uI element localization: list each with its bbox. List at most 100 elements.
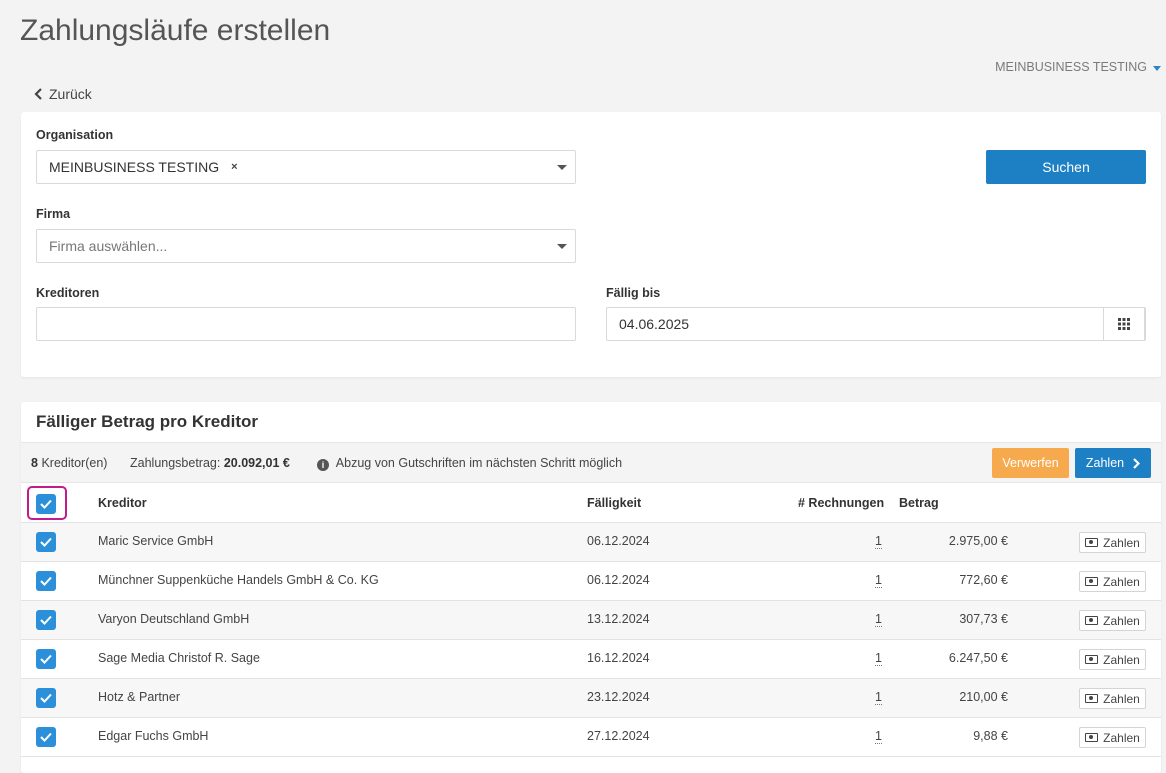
money-icon <box>1085 616 1099 625</box>
table-row: Maric Service GmbH 06.12.2024 1 2.975,00 € Z… <box>21 523 1161 562</box>
row-checkbox[interactable] <box>36 571 56 591</box>
search-button[interactable]: Suchen <box>986 150 1146 184</box>
betrag-cell: 307,73 € <box>959 612 1008 626</box>
kreditor-cell: Hotz & Partner <box>98 690 180 704</box>
faellig-bis-label: Fällig bis <box>606 286 661 300</box>
money-icon <box>1085 733 1099 742</box>
kreditor-cell: Edgar Fuchs GmbH <box>98 729 209 743</box>
discard-button[interactable]: Verwerfen <box>992 448 1069 478</box>
firma-label: Firma <box>36 207 71 221</box>
check-icon <box>40 654 52 664</box>
check-icon <box>40 576 52 586</box>
payment-amount: Zahlungsbetrag: 20.092,01 € <box>130 456 290 470</box>
column-header-faelligkeit[interactable]: Fälligkeit <box>587 496 641 510</box>
row-pay-button[interactable]: Zahlen <box>1079 649 1146 670</box>
rechnungen-count[interactable]: 1 <box>875 651 882 666</box>
creditor-count-unit: Kreditor(en) <box>41 456 108 470</box>
row-checkbox[interactable] <box>36 649 56 669</box>
pay-all-button[interactable]: Zahlen <box>1075 448 1151 478</box>
caret-down-icon <box>1153 65 1161 71</box>
money-icon <box>1085 655 1099 664</box>
faelligkeit-cell: 06.12.2024 <box>587 534 650 548</box>
organisation-select[interactable]: MEINBUSINESS TESTING × <box>36 150 576 184</box>
summary-bar: 8 Kreditor(en) Zahlungsbetrag: 20.092,01… <box>21 442 1161 483</box>
rechnungen-count[interactable]: 1 <box>875 690 882 705</box>
betrag-cell: 2.975,00 € <box>948 534 1008 548</box>
table-row: Sage Media Christof R. Sage 16.12.2024 1 6.… <box>21 640 1161 679</box>
kreditor-cell: Sage Media Christof R. Sage <box>98 651 260 665</box>
check-icon <box>40 693 52 703</box>
row-checkbox[interactable] <box>36 610 56 630</box>
payment-amount-label: Zahlungsbetrag: <box>130 456 221 470</box>
faellig-bis-value: 04.06.2025 <box>619 316 690 332</box>
rechnungen-count[interactable]: 1 <box>875 729 882 744</box>
row-checkbox[interactable] <box>36 532 56 552</box>
back-link-label: Zurück <box>49 86 92 102</box>
organisation-switcher-label: MEINBUSINESS TESTING <box>995 60 1147 74</box>
remove-tag-icon[interactable]: × <box>231 161 237 173</box>
pay-all-label: Zahlen <box>1085 456 1125 470</box>
table-row: Edgar Fuchs GmbH 27.12.2024 1 9,88 € Zahlen <box>21 718 1161 757</box>
row-pay-label: Zahlen <box>1103 535 1140 550</box>
row-pay-button[interactable]: Zahlen <box>1079 571 1146 592</box>
row-pay-label: Zahlen <box>1103 652 1140 667</box>
chevron-left-icon <box>34 88 42 100</box>
rechnungen-count[interactable]: 1 <box>875 534 882 549</box>
rechnungen-count[interactable]: 1 <box>875 573 882 588</box>
betrag-cell: 9,88 € <box>973 729 1008 743</box>
faellig-bis-input[interactable]: 04.06.2025 <box>606 307 1146 341</box>
firma-select[interactable]: Firma auswählen... <box>36 229 576 263</box>
page-title: Zahlungsläufe erstellen <box>20 14 331 47</box>
select-all-highlight <box>27 486 67 520</box>
firma-placeholder: Firma auswählen... <box>49 238 168 254</box>
faelligkeit-cell: 23.12.2024 <box>587 690 650 704</box>
organisation-label: Organisation <box>36 128 114 142</box>
payment-amount-value: 20.092,01 € <box>223 456 290 470</box>
betrag-cell: 210,00 € <box>959 690 1008 704</box>
table-row: Varyon Deutschland GmbH 13.12.2024 1 307,73… <box>21 601 1161 640</box>
row-checkbox[interactable] <box>36 727 56 747</box>
row-pay-button[interactable]: Zahlen <box>1079 688 1146 709</box>
kreditor-cell: Varyon Deutschland GmbH <box>98 612 250 626</box>
row-pay-label: Zahlen <box>1103 574 1140 589</box>
organisation-switcher[interactable]: MEINBUSINESS TESTING <box>995 60 1161 74</box>
row-checkbox[interactable] <box>36 688 56 708</box>
column-header-betrag[interactable]: Betrag <box>899 496 939 510</box>
faelligkeit-cell: 16.12.2024 <box>587 651 650 665</box>
faelligkeit-cell: 27.12.2024 <box>587 729 650 743</box>
filter-panel: Organisation MEINBUSINESS TESTING × Such… <box>21 112 1161 377</box>
check-icon <box>40 732 52 742</box>
back-link[interactable]: Zurück <box>34 86 92 102</box>
creditor-count-value: 8 <box>31 456 38 470</box>
table-title: Fälliger Betrag pro Kreditor <box>36 412 258 431</box>
faelligkeit-cell: 13.12.2024 <box>587 612 650 626</box>
betrag-cell: 772,60 € <box>959 573 1008 587</box>
money-icon <box>1085 577 1099 586</box>
caret-down-icon <box>557 244 567 249</box>
rechnungen-count[interactable]: 1 <box>875 612 882 627</box>
row-pay-button[interactable]: Zahlen <box>1079 532 1146 553</box>
organisation-tag: MEINBUSINESS TESTING <box>49 159 220 175</box>
calendar-grid-icon <box>1118 318 1130 330</box>
column-header-rechnungen[interactable]: # Rechnungen <box>798 496 884 510</box>
table-row: Münchner Suppenküche Handels GmbH & Co. … <box>21 562 1161 601</box>
info-icon: i <box>317 459 329 471</box>
credit-note-info: i Abzug von Gutschriften im nächsten Sch… <box>317 456 622 471</box>
caret-down-icon <box>557 165 567 170</box>
kreditor-cell: Münchner Suppenküche Handels GmbH & Co. … <box>98 573 379 587</box>
kreditoren-input[interactable] <box>36 307 576 341</box>
check-icon <box>40 537 52 547</box>
chevron-right-icon <box>1133 457 1141 469</box>
row-pay-label: Zahlen <box>1103 613 1140 628</box>
faelligkeit-cell: 06.12.2024 <box>587 573 650 587</box>
credit-note-info-text: Abzug von Gutschriften im nächsten Schri… <box>335 456 623 470</box>
money-icon <box>1085 538 1099 547</box>
table-row: Hotz & Partner 23.12.2024 1 210,00 € Zahlen <box>21 679 1161 718</box>
column-header-kreditor[interactable]: Kreditor <box>98 496 147 510</box>
check-icon <box>40 615 52 625</box>
row-pay-button[interactable]: Zahlen <box>1079 727 1146 748</box>
kreditoren-label: Kreditoren <box>36 286 100 300</box>
betrag-cell: 6.247,50 € <box>948 651 1008 665</box>
row-pay-button[interactable]: Zahlen <box>1079 610 1146 631</box>
calendar-button[interactable] <box>1103 307 1145 341</box>
